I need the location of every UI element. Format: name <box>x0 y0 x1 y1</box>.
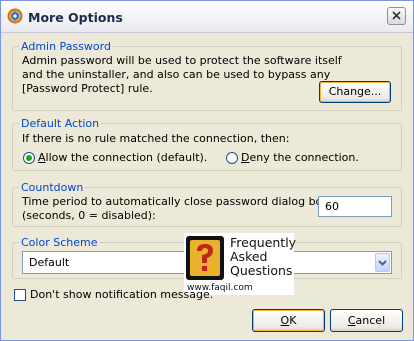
radio-selected-dot <box>26 155 32 161</box>
close-icon <box>392 11 401 20</box>
window-title: More Options <box>28 10 123 25</box>
allow-access-key: A <box>38 151 46 164</box>
admin-description-line2: and the uninstaller, and also can be use… <box>22 68 331 81</box>
default-action-legend: Default Action <box>21 117 100 130</box>
dont-show-notification-checkbox[interactable] <box>14 289 26 301</box>
deny-connection-label[interactable]: Deny the connection. <box>241 151 359 165</box>
deny-connection-radio[interactable] <box>226 152 238 164</box>
more-options-dialog: More Options Admin Password Admin passwo… <box>0 0 414 341</box>
countdown-seconds-input[interactable]: 60 <box>318 196 392 217</box>
faq-word-frequently: Frequently <box>230 235 297 250</box>
admin-password-legend: Admin Password <box>21 40 111 53</box>
cancel-button-label: Cancel <box>348 310 385 331</box>
admin-description-line3: [Password Protect] rule. <box>22 82 153 95</box>
allow-label-text: llow the connection (default). <box>45 151 208 164</box>
ok-label-rest: K <box>289 314 297 327</box>
dropdown-arrow-button[interactable] <box>375 253 390 272</box>
question-mark-icon <box>186 236 224 280</box>
deny-label-text: eny the connection. <box>249 151 359 164</box>
ok-button-label: OK <box>281 310 297 331</box>
cancel-button[interactable]: Cancel <box>330 309 403 332</box>
faq-word-questions: Questions <box>230 263 293 278</box>
chevron-down-icon <box>378 260 387 266</box>
color-scheme-legend: Color Scheme <box>21 236 98 249</box>
cancel-access-key: C <box>347 314 356 327</box>
faq-watermark: Frequently Asked Questions www.faqil.com <box>184 233 297 295</box>
faq-word-asked: Asked <box>230 249 268 264</box>
dont-show-notification-label[interactable]: Don't show notification message. <box>30 288 213 302</box>
countdown-legend: Countdown <box>21 181 84 194</box>
default-action-description: If there is no rule matched the connecti… <box>22 132 290 145</box>
color-scheme-value: Default <box>29 256 70 269</box>
close-button[interactable] <box>387 7 406 25</box>
cancel-label-rest: ancel <box>355 314 386 327</box>
ok-access-key: O <box>280 314 290 327</box>
change-button-label: Change... <box>328 85 382 98</box>
allow-connection-radio[interactable] <box>23 152 35 164</box>
ok-button[interactable]: OK <box>252 309 325 332</box>
countdown-description-line1: Time period to automatically close passw… <box>22 195 329 208</box>
allow-connection-label[interactable]: Allow the connection (default). <box>38 151 207 165</box>
app-shield-icon <box>7 8 23 24</box>
admin-description-line1: Admin password will be used to protect t… <box>22 54 342 67</box>
countdown-description-line2: (seconds, 0 = disabled): <box>22 209 156 222</box>
change-password-button[interactable]: Change... <box>319 81 391 103</box>
title-bar[interactable]: More Options <box>1 1 413 33</box>
